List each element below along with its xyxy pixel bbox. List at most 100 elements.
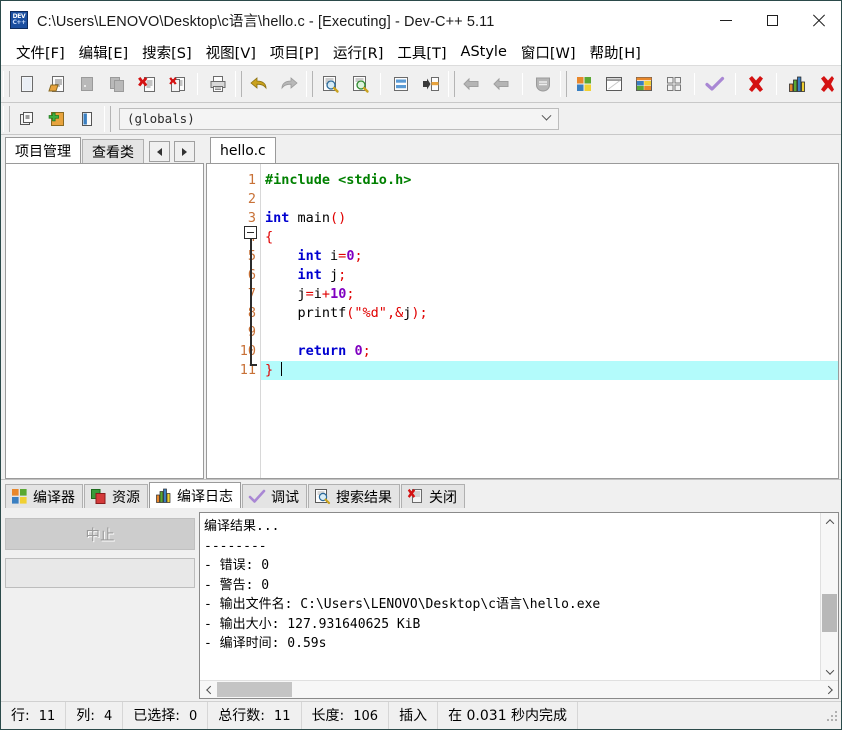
rebuild-button[interactable] <box>660 70 688 98</box>
add-item-button[interactable] <box>43 105 71 133</box>
status-selected-label: 已选择: <box>133 707 180 724</box>
tab-debug[interactable]: 调试 <box>242 484 307 508</box>
log-vertical-scrollbar[interactable] <box>820 513 838 680</box>
menu-search[interactable]: 搜索[S] <box>135 39 199 66</box>
project-tree[interactable] <box>5 163 204 479</box>
new-file-button[interactable] <box>13 70 41 98</box>
tab-hello-c[interactable]: hello.c <box>210 137 276 163</box>
tab-class-browser[interactable]: 查看类 <box>82 139 144 163</box>
menu-project[interactable]: 项目[P] <box>263 39 326 66</box>
scroll-left-button[interactable] <box>200 685 217 694</box>
debug-icon <box>821 76 834 92</box>
menu-help[interactable]: 帮助[H] <box>583 39 648 66</box>
open-file-button[interactable] <box>43 70 71 98</box>
status-length-label: 长度: <box>311 707 345 724</box>
profile-analysis-button[interactable] <box>783 70 811 98</box>
scope-combo[interactable]: (globals) <box>119 107 559 130</box>
hscroll-track[interactable] <box>217 681 821 698</box>
toolbar-separator-3 <box>522 73 523 95</box>
minimize-button[interactable] <box>703 1 749 39</box>
code-token: () <box>330 210 347 226</box>
scope-combo-value: (globals) <box>127 111 195 126</box>
close-all-button[interactable] <box>163 70 191 98</box>
devcpp-window: DEV C++ C:\Users\LENOVO\Desktop\c语言\hell… <box>0 0 842 730</box>
debug-button[interactable] <box>813 70 841 98</box>
back-button[interactable] <box>458 70 486 98</box>
code-token: 10 <box>330 286 347 302</box>
tab-project-manager[interactable]: 项目管理 <box>5 137 81 163</box>
toolbar-separator-4 <box>694 73 695 95</box>
chevron-down-icon[interactable] <box>535 109 557 129</box>
code-editor[interactable]: 1 2 3 4 5 6 7 8 9 10 11 <box>206 163 839 479</box>
forward-icon <box>493 77 509 91</box>
save-file-icon <box>81 77 93 91</box>
chevron-down-icon <box>825 665 834 675</box>
stop-execution-button[interactable] <box>742 70 770 98</box>
compile-log-box[interactable]: 编译结果... -------- - 错误: 0 - 警告: 0 - 输出文件名… <box>199 512 839 699</box>
scroll-up-button[interactable] <box>821 513 838 530</box>
close-file-button[interactable] <box>133 70 161 98</box>
menu-edit[interactable]: 编辑[E] <box>72 39 135 66</box>
tab-prev-button[interactable] <box>149 141 170 162</box>
menu-run[interactable]: 运行[R] <box>326 39 390 66</box>
find-button[interactable] <box>316 70 344 98</box>
menu-file[interactable]: 文件[F] <box>9 39 72 66</box>
menu-window[interactable]: 窗口[W] <box>514 39 583 66</box>
goto-function-button[interactable] <box>417 70 445 98</box>
toolbar-grip-5[interactable] <box>560 71 567 97</box>
toolbar-grip[interactable] <box>3 71 10 97</box>
hscroll-thumb[interactable] <box>217 682 292 697</box>
menu-tools[interactable]: 工具[T] <box>390 39 453 66</box>
tab-next-button[interactable] <box>174 141 195 162</box>
tab-debug-label: 调试 <box>271 489 299 506</box>
bottom-tabstrip: 编译器 资源 编译日志 调试 搜索结果 关闭 <box>1 480 841 508</box>
toggle-panel-button[interactable] <box>73 105 101 133</box>
menu-view[interactable]: 视图[V] <box>199 39 263 66</box>
scroll-right-button[interactable] <box>821 685 838 694</box>
code-line: return 0; <box>261 342 838 361</box>
globals-grip-2[interactable] <box>104 105 111 132</box>
undo-button[interactable] <box>245 70 273 98</box>
toolbar-grip-3[interactable] <box>306 71 313 97</box>
fold-collapse-icon[interactable] <box>244 226 257 239</box>
code-line: j=i+10; <box>261 285 838 304</box>
line-number: 2 <box>247 191 256 207</box>
vscroll-track[interactable] <box>821 530 838 663</box>
code-text-area[interactable]: #include <stdio.h> int main(){ int i=0; i… <box>261 164 838 478</box>
forward-button[interactable] <box>488 70 516 98</box>
tab-search-results[interactable]: 搜索结果 <box>308 484 400 508</box>
status-selected: 已选择: 0 <box>123 702 209 729</box>
menu-astyle[interactable]: AStyle <box>454 41 514 63</box>
log-horizontal-scrollbar[interactable] <box>200 680 838 698</box>
resize-grip-icon[interactable] <box>825 709 839 723</box>
save-all-button[interactable] <box>103 70 131 98</box>
replace-button[interactable] <box>346 70 374 98</box>
tab-compile-log[interactable]: 编译日志 <box>149 482 241 508</box>
line-number-gutter: 1 2 3 4 5 6 7 8 9 10 11 <box>207 164 261 478</box>
globals-grip[interactable] <box>3 105 10 132</box>
save-file-button[interactable] <box>73 70 101 98</box>
toolbar-separator-2 <box>380 73 381 95</box>
run-button[interactable] <box>600 70 628 98</box>
goto-line-button[interactable] <box>387 70 415 98</box>
compile-button[interactable] <box>570 70 598 98</box>
print-button[interactable] <box>204 70 232 98</box>
maximize-button[interactable] <box>749 1 795 39</box>
toolbar-grip-2[interactable] <box>235 71 242 97</box>
abort-button[interactable]: 中止 <box>5 518 195 550</box>
scroll-down-button[interactable] <box>821 663 838 680</box>
compile-run-button[interactable] <box>630 70 658 98</box>
run-icon <box>606 77 622 91</box>
close-button[interactable] <box>795 1 841 39</box>
toolbar-grip-4[interactable] <box>448 71 455 97</box>
vscroll-thumb[interactable] <box>822 593 837 632</box>
syntax-check-button[interactable] <box>701 70 729 98</box>
tab-close[interactable]: 关闭 <box>401 484 465 508</box>
profile-button[interactable] <box>529 70 557 98</box>
insert-snippet-button[interactable] <box>13 105 41 133</box>
tab-resources[interactable]: 资源 <box>84 484 148 508</box>
tab-compiler[interactable]: 编译器 <box>5 484 83 508</box>
redo-button[interactable] <box>275 70 303 98</box>
